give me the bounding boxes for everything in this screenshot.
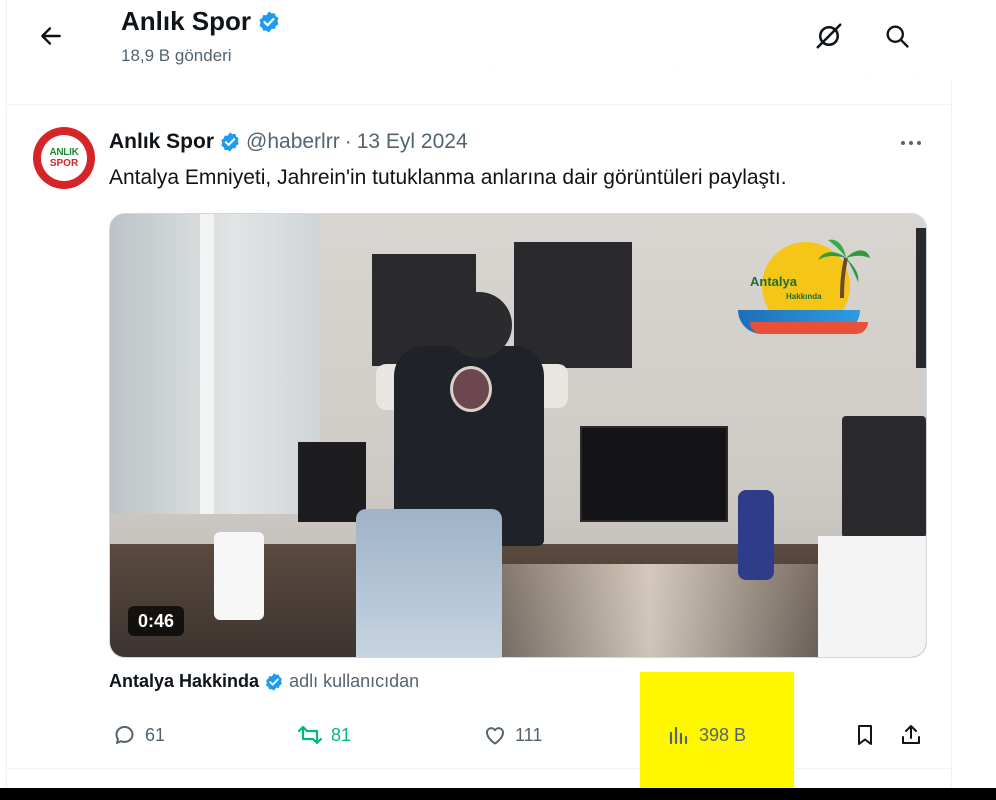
watermark-wave bbox=[750, 322, 868, 334]
arrow-left-icon bbox=[38, 23, 64, 49]
timeline-column: Anlık Spor 18,9 B gönderi ANLIK SPOR Anl… bbox=[6, 0, 953, 788]
video-frame-paper-towel bbox=[214, 532, 264, 620]
avatar-text-top: ANLIK bbox=[49, 147, 79, 158]
like-button[interactable]: 111 bbox=[483, 715, 542, 755]
profile-header: Anlık Spor 18,9 B gönderi bbox=[7, 0, 953, 80]
search-icon bbox=[883, 22, 911, 50]
back-button[interactable] bbox=[31, 16, 71, 56]
avatar-logo: ANLIK SPOR bbox=[41, 135, 87, 181]
video-frame-person-head bbox=[446, 292, 512, 358]
retweet-button[interactable]: 81 bbox=[297, 715, 351, 755]
video-frame-monitor bbox=[580, 426, 728, 522]
search-button[interactable] bbox=[877, 16, 917, 56]
video-frame-coffee-machine bbox=[842, 416, 926, 538]
post-count: 18,9 B gönderi bbox=[121, 46, 232, 65]
heart-icon bbox=[483, 723, 507, 747]
bookmark-icon bbox=[853, 723, 877, 747]
tweet-actions: 61 81 111 398 B bbox=[7, 715, 953, 755]
video-frame-window bbox=[110, 214, 320, 514]
avatar[interactable]: ANLIK SPOR bbox=[33, 127, 95, 189]
views-count: 398 B bbox=[699, 724, 747, 745]
watermark-subtitle: Hakkında bbox=[786, 292, 822, 301]
no-notifications-icon bbox=[814, 21, 844, 51]
reply-icon bbox=[113, 723, 137, 747]
reply-count: 61 bbox=[145, 724, 166, 745]
retweet-count: 81 bbox=[331, 724, 352, 745]
bookmark-button[interactable] bbox=[853, 715, 877, 755]
like-count: 111 bbox=[515, 724, 543, 745]
profile-title: Anlık Spor bbox=[121, 6, 281, 37]
video-frame-pc bbox=[298, 442, 366, 522]
share-button[interactable] bbox=[899, 715, 923, 755]
author-handle[interactable]: @haberlrr bbox=[246, 130, 340, 154]
video-frame-acoustic-panel bbox=[916, 228, 926, 368]
source-name[interactable]: Antalya Hakkinda bbox=[109, 671, 259, 692]
avatar-text-bottom: SPOR bbox=[49, 158, 79, 169]
verified-badge-icon bbox=[257, 10, 281, 34]
verified-badge-icon bbox=[219, 131, 241, 153]
right-gutter bbox=[953, 0, 996, 788]
tweet-date[interactable]: 13 Eyl 2024 bbox=[357, 130, 468, 154]
meta-separator: · bbox=[344, 130, 352, 153]
subscribe-notifications-button[interactable] bbox=[809, 16, 849, 56]
tweet-meta: Anlık Spor @haberlrr · 13 Eyl 2024 bbox=[109, 129, 468, 155]
views-button[interactable]: 398 B bbox=[667, 715, 746, 755]
reply-button[interactable]: 61 bbox=[113, 715, 165, 755]
video-source[interactable]: Antalya Hakkinda adlı kullanıcıdan bbox=[109, 671, 419, 692]
author-name[interactable]: Anlık Spor bbox=[109, 130, 214, 154]
video-frame-person-jeans bbox=[356, 509, 502, 657]
video-frame-window-bar bbox=[200, 214, 214, 514]
video-frame-police-badge bbox=[450, 366, 492, 412]
retweet-icon bbox=[297, 723, 323, 747]
video-frame-acoustic-panel bbox=[514, 242, 632, 368]
video-frame-fridge bbox=[818, 536, 926, 657]
video-frame-bottle bbox=[738, 490, 774, 580]
screen-bottom-bar bbox=[0, 788, 996, 800]
more-dots-icon bbox=[901, 141, 921, 145]
source-suffix: adlı kullanıcıdan bbox=[289, 671, 420, 691]
video-player[interactable]: Antalya Hakkında 0:46 bbox=[109, 213, 927, 658]
video-duration: 0:46 bbox=[128, 606, 185, 636]
verified-badge-icon bbox=[264, 672, 284, 692]
watermark-title: Antalya bbox=[750, 274, 797, 289]
more-options-button[interactable] bbox=[893, 131, 929, 155]
bar-chart-icon bbox=[667, 723, 691, 747]
share-icon bbox=[899, 723, 923, 747]
tweet[interactable]: ANLIK SPOR Anlık Spor @haberlrr · 13 Eyl… bbox=[7, 105, 953, 768]
tweet-divider bbox=[7, 768, 953, 769]
tweet-text: Antalya Emniyeti, Jahrein'in tutuklanma … bbox=[109, 166, 787, 189]
profile-name: Anlık Spor bbox=[121, 6, 252, 36]
palm-tree-icon bbox=[814, 238, 870, 298]
